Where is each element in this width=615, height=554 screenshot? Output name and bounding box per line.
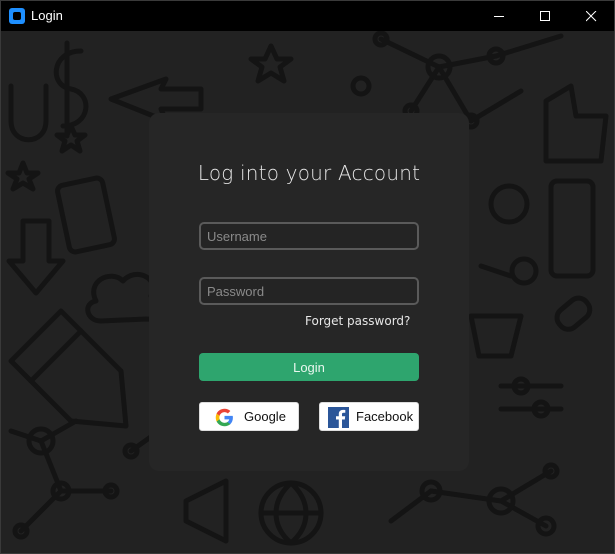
minimize-icon	[494, 16, 504, 17]
login-button[interactable]: Login	[199, 353, 419, 381]
close-button[interactable]	[568, 1, 614, 31]
facebook-label: Facebook	[356, 409, 414, 424]
login-card: Log into your Account Forget password? L…	[149, 113, 469, 471]
username-input[interactable]	[199, 222, 419, 250]
close-icon	[586, 11, 597, 22]
login-heading: Log into your Account	[197, 161, 421, 185]
login-window: Login Log into your Account Username For…	[0, 0, 615, 554]
minimize-button[interactable]	[476, 1, 522, 31]
google-icon	[215, 408, 233, 427]
google-label: Google	[244, 409, 286, 424]
facebook-login-button[interactable]: Facebook	[319, 402, 419, 431]
title-bar[interactable]: Login	[1, 1, 614, 31]
maximize-icon	[540, 11, 550, 21]
facebook-icon	[328, 407, 349, 428]
maximize-button[interactable]	[522, 1, 568, 31]
forgot-password-link[interactable]: Forget password?	[305, 314, 410, 328]
google-login-button[interactable]: Google	[199, 402, 299, 431]
app-icon	[9, 8, 25, 24]
window-title: Login	[31, 8, 63, 23]
password-input[interactable]	[199, 277, 419, 305]
